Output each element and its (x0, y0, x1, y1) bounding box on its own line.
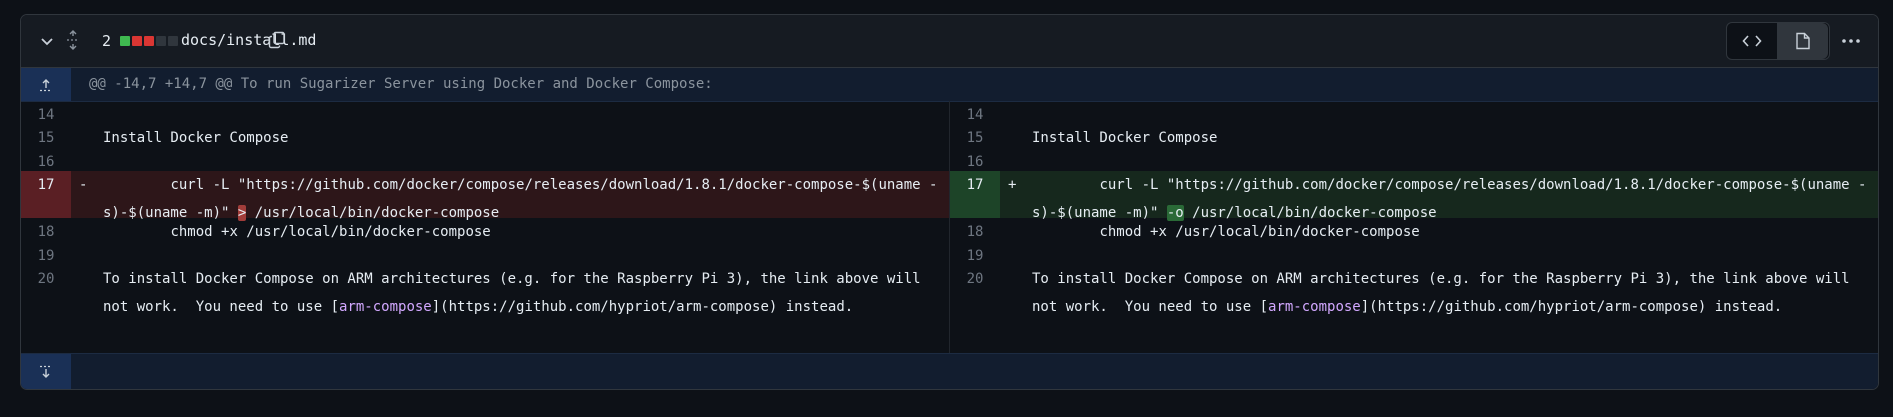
more-options-icon[interactable] (1836, 27, 1866, 55)
file-icon (1796, 32, 1810, 50)
line-number[interactable]: 14 (21, 101, 71, 124)
diff-marker: - (79, 177, 88, 193)
hunk-header: @@ -14,7 +14,7 @@ To run Sugarizer Serve… (21, 68, 1878, 102)
copy-icon[interactable] (265, 28, 289, 52)
diff-line: 19 (950, 242, 1878, 265)
line-number[interactable]: 19 (21, 242, 71, 265)
right-side: 14 15 Install Docker Compose 16 17 + curl -L … (950, 101, 1878, 315)
file-header: 2 docs/install.md (21, 15, 1878, 68)
line-number[interactable]: 14 (950, 101, 1000, 124)
diff-line: 15 Install Docker Compose (21, 124, 949, 148)
diff-file-panel: 2 docs/install.md @@ -14,7 +14,7 @@ To r… (20, 14, 1879, 390)
diff-line: 19 (21, 242, 949, 265)
diffstat-square-neutral (156, 36, 166, 46)
diff-line: 14 (950, 101, 1878, 124)
diff-line: 17 + curl -L "https://github.com/docker/c… (950, 171, 1878, 221)
diff-line: 18 chmod +x /usr/local/bin/docker-compos… (21, 218, 949, 242)
line-number[interactable]: 17 (950, 171, 1000, 218)
code-segment: curl -L "https://github.com/docker/compo… (103, 177, 938, 221)
link-text: arm-compose (339, 299, 432, 315)
line-number[interactable]: 20 (950, 265, 1000, 313)
link-text: arm-compose (1268, 299, 1361, 315)
expand-up-icon[interactable] (21, 68, 71, 101)
diff-line: 16 (950, 148, 1878, 171)
rich-view-button[interactable] (1778, 23, 1828, 59)
line-number[interactable]: 20 (21, 265, 71, 313)
code-segment: curl -L "https://github.com/docker/compo… (1032, 177, 1867, 221)
file-path[interactable]: docs/install.md (181, 31, 316, 49)
diff-line: 15 Install Docker Compose (950, 124, 1878, 148)
expand-footer (21, 353, 1878, 389)
left-side: 14 15 Install Docker Compose 16 17- curl -L … (21, 101, 949, 315)
split-divider (949, 101, 950, 353)
diffstat-square-del (144, 36, 154, 46)
line-number[interactable]: 18 (950, 218, 1000, 242)
line-number[interactable]: 18 (21, 218, 71, 242)
code-line: To install Docker Compose on ARM archite… (103, 265, 941, 321)
code-icon (1742, 35, 1762, 47)
line-number[interactable]: 19 (950, 242, 1000, 265)
line-number[interactable]: 17 (21, 171, 71, 218)
line-number[interactable]: 16 (21, 148, 71, 171)
expand-down-icon[interactable] (21, 354, 71, 389)
diffstat-square-del (132, 36, 142, 46)
code-view-button[interactable] (1727, 23, 1777, 59)
line-number[interactable]: 15 (950, 124, 1000, 148)
change-count: 2 (102, 32, 112, 50)
code-line: To install Docker Compose on ARM archite… (1032, 265, 1870, 321)
diff-line: 17- curl -L "https://github.com/docker/c… (21, 171, 949, 221)
diff-line: 20 To install Docker Compose on ARM archi… (21, 265, 949, 315)
diffstat-square-neutral (168, 36, 178, 46)
diff-line: 18 chmod +x /usr/local/bin/docker-compos… (950, 218, 1878, 242)
diff-line: 16 (21, 148, 949, 171)
diff-line: 14 (21, 101, 949, 124)
diff-line: 20 To install Docker Compose on ARM archi… (950, 265, 1878, 315)
diffstat-bar (120, 36, 178, 46)
diff-marker: + (1008, 177, 1017, 193)
expand-all-icon[interactable] (61, 27, 85, 53)
collapse-chevron-icon[interactable] (35, 29, 59, 53)
hunk-header-text: @@ -14,7 +14,7 @@ To run Sugarizer Serve… (89, 76, 713, 92)
view-toggle (1726, 22, 1830, 60)
line-number[interactable]: 16 (950, 148, 1000, 171)
code-segment: ](https://github.com/hypriot/arm-compose… (431, 299, 854, 315)
code-segment: ](https://github.com/hypriot/arm-compose… (1360, 299, 1783, 315)
diffstat-square-add (120, 36, 130, 46)
line-number[interactable]: 15 (21, 124, 71, 148)
